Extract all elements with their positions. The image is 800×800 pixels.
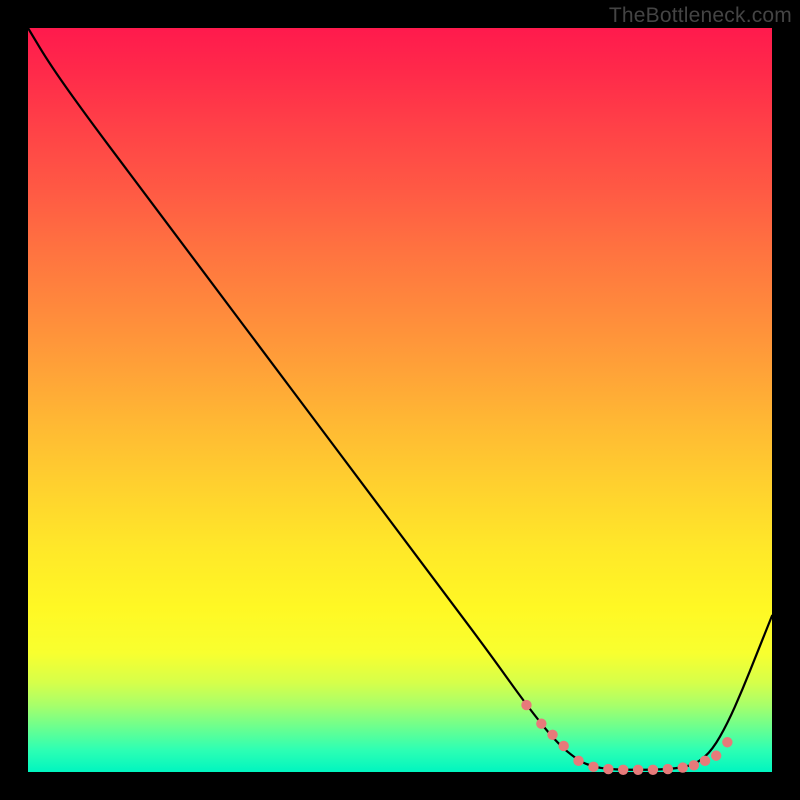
curve-marker bbox=[633, 765, 643, 775]
watermark-text: TheBottleneck.com bbox=[609, 4, 792, 28]
plot-area bbox=[28, 28, 772, 772]
curve-markers bbox=[521, 700, 732, 775]
curve-marker bbox=[711, 750, 721, 760]
chart-frame: TheBottleneck.com bbox=[0, 0, 800, 800]
curve-marker bbox=[618, 765, 628, 775]
curve-marker bbox=[547, 730, 557, 740]
curve-marker bbox=[700, 756, 710, 766]
curve-marker bbox=[573, 756, 583, 766]
curve-marker bbox=[678, 762, 688, 772]
curve-marker bbox=[689, 760, 699, 770]
curve-marker bbox=[722, 737, 732, 747]
curve-marker bbox=[603, 764, 613, 774]
curve-marker bbox=[558, 741, 568, 751]
curve-marker bbox=[588, 762, 598, 772]
bottleneck-curve bbox=[28, 28, 772, 770]
curve-marker bbox=[536, 718, 546, 728]
curve-marker bbox=[521, 700, 531, 710]
curve-marker bbox=[648, 765, 658, 775]
curve-marker bbox=[663, 764, 673, 774]
curve-svg bbox=[28, 28, 772, 772]
